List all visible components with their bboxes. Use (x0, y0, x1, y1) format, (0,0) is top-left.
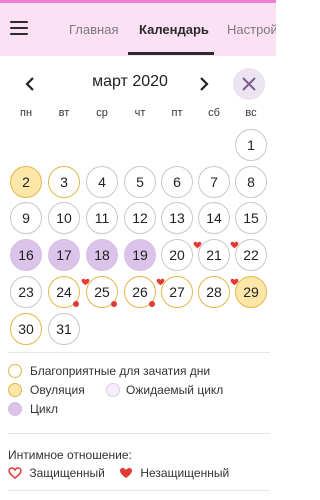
legend-period: Цикл (8, 401, 270, 417)
legend-expected-label: Ожидаемый цикл (126, 383, 224, 397)
tab-settings[interactable]: Настрой (227, 22, 276, 37)
tab-calendar[interactable]: Календарь (139, 22, 209, 37)
calendar-day-10[interactable]: 10 (48, 202, 80, 234)
calendar-day-13[interactable]: 13 (161, 202, 193, 234)
legend-fertile-label: Благоприятные для зачатия дни (30, 364, 211, 378)
app-header: Главная Календарь Настрой (0, 0, 276, 56)
heart-outline-icon (8, 467, 22, 479)
weekday-label: вс (245, 107, 257, 119)
legend-period-label: Цикл (30, 402, 58, 416)
calendar-day-6[interactable]: 6 (161, 166, 193, 198)
calendar-day-1[interactable]: 1 (235, 129, 267, 161)
weekday-label: ср (96, 107, 108, 119)
calendar-day-29[interactable]: 29 (235, 276, 267, 308)
calendar-day-21[interactable]: 21 (198, 239, 230, 271)
protected-legend: Защищенный (8, 466, 105, 480)
heart-icon (81, 273, 90, 286)
chevron-right-icon[interactable] (193, 71, 215, 97)
month-title: март 2020 (92, 73, 168, 90)
weekday-label: сб (208, 107, 220, 119)
fertile-swatch (8, 364, 22, 378)
active-tab-indicator (128, 52, 214, 55)
weekday-label: пн (19, 107, 33, 119)
heart-icon (230, 236, 239, 249)
calendar-day-8[interactable]: 8 (235, 166, 267, 198)
calendar-day-16[interactable]: 16 (10, 239, 42, 271)
intimacy-title: Интимное отношение: (8, 448, 132, 462)
legend-ovulation-label: Овуляция (30, 383, 85, 397)
divider (8, 433, 270, 434)
close-button[interactable] (233, 68, 265, 100)
expected-swatch (106, 383, 120, 397)
weekday-label: вт (58, 107, 70, 119)
calendar-day-5[interactable]: 5 (124, 166, 156, 198)
calendar-day-11[interactable]: 11 (86, 202, 118, 234)
calendar-day-18[interactable]: 18 (86, 239, 118, 271)
calendar-day-31[interactable]: 31 (48, 313, 80, 345)
calendar-day-12[interactable]: 12 (124, 202, 156, 234)
period-swatch (8, 402, 22, 416)
calendar-day-27[interactable]: 27 (161, 276, 193, 308)
heart-filled-icon (120, 468, 132, 478)
note-dot (149, 301, 155, 307)
calendar-day-14[interactable]: 14 (198, 202, 230, 234)
close-icon (242, 77, 256, 91)
calendar-day-7[interactable]: 7 (198, 166, 230, 198)
protected-label: Защищенный (29, 466, 105, 480)
legend-fertile: Благоприятные для зачатия дни (8, 363, 270, 379)
divider (8, 352, 270, 353)
weekday-label: чт (134, 107, 146, 119)
heart-icon (230, 273, 239, 286)
heart-icon (193, 236, 202, 249)
weekday-label: пт (171, 107, 183, 119)
calendar-day-22[interactable]: 22 (235, 239, 267, 271)
calendar-day-19[interactable]: 19 (124, 239, 156, 271)
calendar-day-20[interactable]: 20 (161, 239, 193, 271)
note-dot (73, 301, 79, 307)
calendar-day-15[interactable]: 15 (235, 202, 267, 234)
note-dot (111, 301, 117, 307)
unprotected-legend: Незащищенный (119, 466, 229, 480)
chevron-left-icon[interactable] (19, 71, 41, 97)
calendar-day-23[interactable]: 23 (10, 276, 42, 308)
calendar-day-3[interactable]: 3 (48, 166, 80, 198)
calendar-day-9[interactable]: 9 (10, 202, 42, 234)
calendar-day-17[interactable]: 17 (48, 239, 80, 271)
calendar-day-30[interactable]: 30 (10, 313, 42, 345)
legend-ovulation-expected: Овуляция Ожидаемый цикл (8, 382, 270, 398)
month-navigation: март 2020 (0, 68, 276, 100)
heart-icon (156, 273, 165, 286)
calendar-day-4[interactable]: 4 (86, 166, 118, 198)
calendar-day-2[interactable]: 2 (10, 166, 42, 198)
divider (8, 490, 270, 491)
hamburger-menu-icon[interactable] (10, 20, 28, 36)
tab-home[interactable]: Главная (69, 22, 118, 37)
ovulation-swatch (8, 383, 22, 397)
unprotected-label: Незащищенный (140, 466, 230, 480)
calendar-day-28[interactable]: 28 (198, 276, 230, 308)
